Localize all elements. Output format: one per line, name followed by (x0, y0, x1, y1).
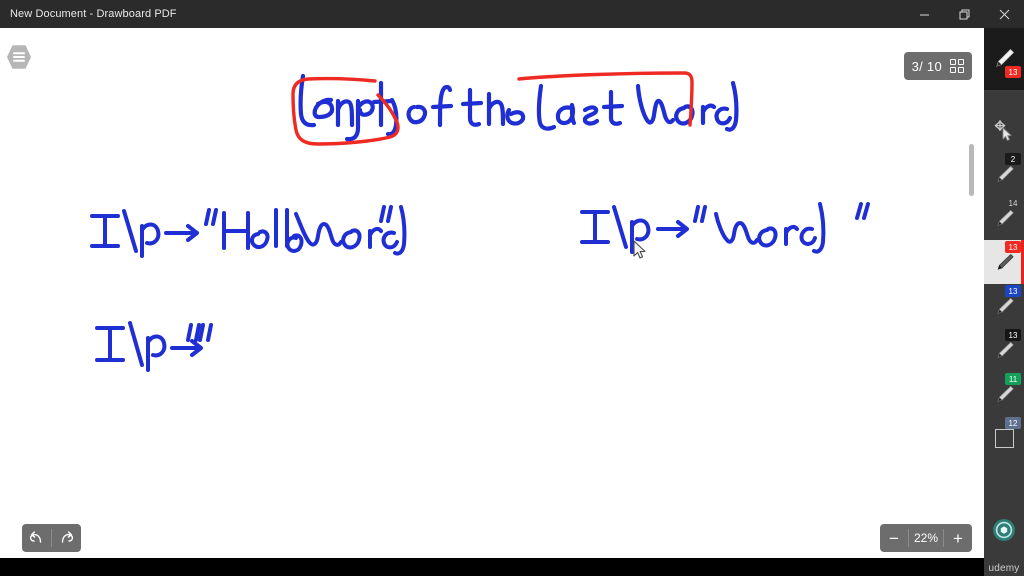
tool-select-move[interactable] (984, 108, 1024, 152)
pen-icon (997, 385, 1014, 402)
tool-pen-black-thin[interactable]: 2 (984, 152, 1024, 196)
tool-badge-14: 14 (1008, 198, 1018, 208)
page-indicator-label: 3/ 10 (911, 58, 942, 74)
tool-shape-square[interactable]: 12 (984, 416, 1024, 460)
tool-pen-active[interactable]: 13 (984, 28, 1024, 90)
tool-pen-blue[interactable]: 13 (984, 284, 1024, 328)
square-shape-icon (994, 428, 1014, 448)
minimize-button[interactable] (904, 0, 944, 28)
pen-icon (997, 253, 1014, 270)
restore-button[interactable] (944, 0, 984, 28)
grid-cell (958, 67, 964, 73)
pen-icon (997, 165, 1014, 182)
document-canvas[interactable]: 3/ 10 − 22% + (0, 28, 984, 576)
window-title: New Document - Drawboard PDF (10, 8, 177, 20)
tool-pen-green[interactable]: 11 (984, 372, 1024, 416)
pen-icon (997, 209, 1014, 226)
redo-button[interactable] (52, 524, 81, 552)
zoom-level-label: 22% (913, 531, 939, 545)
undo-button[interactable] (22, 524, 51, 552)
pdf-page[interactable] (0, 28, 972, 558)
zoom-out-button[interactable]: − (880, 524, 908, 552)
help-circle-icon[interactable] (992, 518, 1016, 542)
window-controls (904, 0, 1024, 28)
pen-icon (997, 297, 1014, 314)
undo-redo-group (22, 524, 81, 552)
right-tool-rail: 13 2 14 13 13 13 11 12 udemy (984, 28, 1024, 576)
vertical-scrollbar-track[interactable] (968, 28, 974, 528)
grid-cell (958, 59, 964, 65)
tool-list: 2 14 13 13 13 11 12 (984, 108, 1024, 460)
tool-badge-13-red: 13 (1005, 241, 1021, 253)
tool-badge-13-blue: 13 (1005, 285, 1021, 297)
mouse-cursor (633, 240, 646, 259)
udemy-watermark: udemy (988, 563, 1020, 574)
grid-cell (950, 67, 956, 73)
zoom-in-button[interactable]: + (944, 524, 972, 552)
close-button[interactable] (984, 0, 1024, 28)
tool-badge-12: 12 (1005, 417, 1021, 429)
zoom-control-group: − 22% + (880, 524, 972, 552)
drawboard-pdf-window: New Document - Drawboard PDF 3/ 10 − 22%… (0, 0, 1024, 576)
tool-badge-active: 13 (1005, 66, 1021, 78)
active-tool-preview[interactable]: 13 (984, 28, 1024, 90)
tool-badge-11-green: 11 (1005, 373, 1021, 385)
page-indicator[interactable]: 3/ 10 (903, 52, 972, 80)
hamburger-menu-icon[interactable] (6, 44, 32, 70)
tool-badge-13-black: 13 (1005, 329, 1021, 341)
grid-cell (950, 59, 956, 65)
tool-badge-2: 2 (1005, 153, 1021, 165)
tool-pen-black[interactable]: 13 (984, 328, 1024, 372)
bottom-black-strip (0, 558, 984, 576)
move-select-icon (994, 119, 1012, 141)
grid-thumbnail-icon[interactable] (950, 59, 964, 73)
vertical-scrollbar-thumb[interactable] (969, 144, 974, 196)
title-bar: New Document - Drawboard PDF (0, 0, 1024, 28)
tool-pen-red[interactable]: 13 (984, 240, 1024, 284)
pen-icon (997, 341, 1014, 358)
tool-pen-plain[interactable]: 14 (984, 196, 1024, 240)
